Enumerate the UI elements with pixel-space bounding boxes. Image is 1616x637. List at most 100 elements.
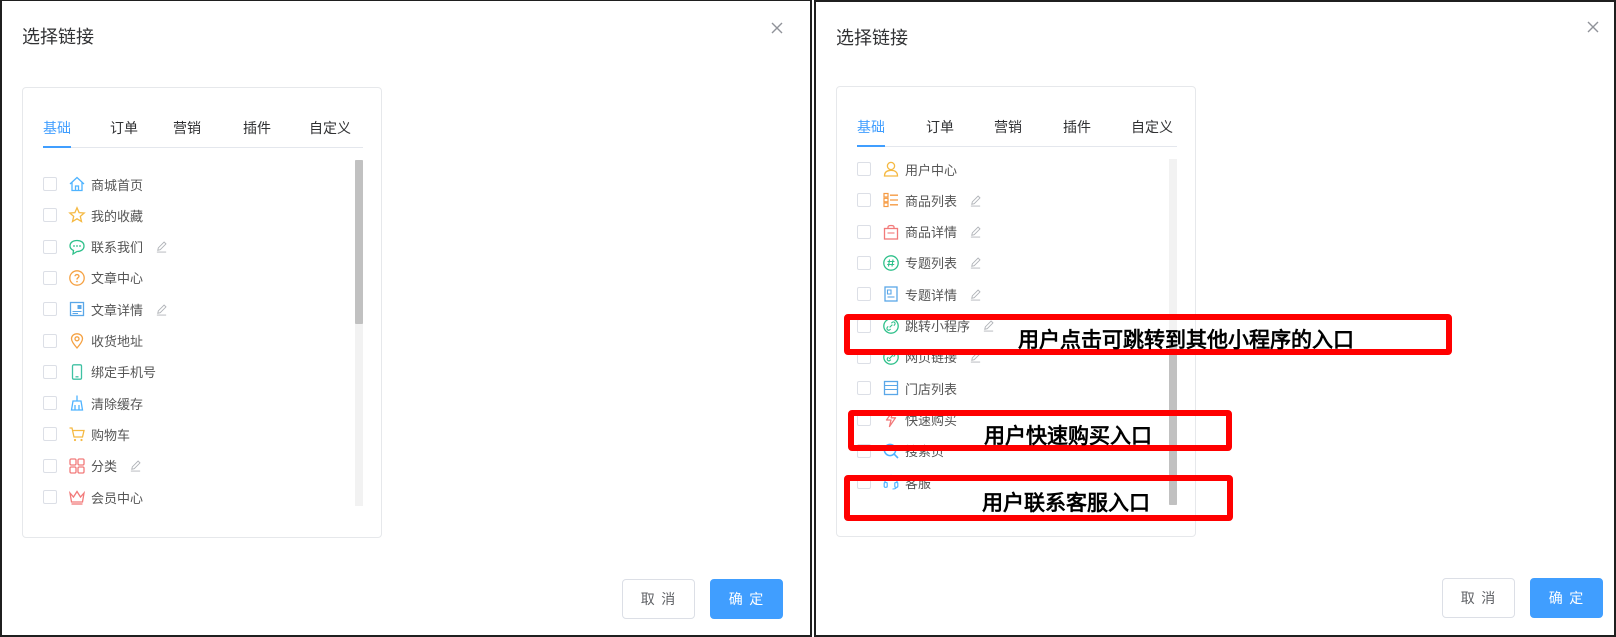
list-item[interactable]: 跳转小程序 [857,314,996,338]
tab-marketing[interactable]: 营销 [994,117,1022,137]
link-panel: 基础 订单 营销 插件 自定义 商城首页我的收藏联系我们文章中心文章详情收货地址… [22,87,382,538]
item-label: 用户中心 [905,163,958,179]
close-icon[interactable] [768,19,786,37]
list-item[interactable]: 清除缓存 [43,391,143,415]
item-checkbox[interactable] [857,318,871,333]
item-checkbox[interactable] [43,427,57,442]
item-label: 跳转小程序 [905,320,971,335]
list-item[interactable]: 专题列表 [857,251,983,275]
item-checkbox[interactable] [857,349,871,364]
item-checkbox[interactable] [857,193,871,208]
list-item[interactable]: 商城首页 [43,172,143,196]
list-item[interactable]: 用户中心 [857,157,957,181]
list-item[interactable]: 网页链接 [857,345,983,369]
tab-order[interactable]: 订单 [926,117,954,137]
list-item[interactable]: 会员中心 [43,485,143,509]
item-checkbox[interactable] [857,381,871,396]
list-item[interactable]: 搜索页 [857,439,944,463]
item-checkbox[interactable] [857,443,871,458]
scrollbar[interactable] [355,160,363,506]
list-item[interactable]: 商品详情 [857,220,983,244]
confirm-button[interactable]: 确 定 [1530,578,1603,618]
item-label: 专题详情 [905,288,958,304]
article-icon [67,299,87,319]
hash-icon [881,253,901,273]
item-checkbox[interactable] [43,302,57,317]
item-checkbox[interactable] [857,287,871,302]
item-checkbox[interactable] [43,239,57,254]
list-item[interactable]: 绑定手机号 [43,360,156,384]
edit-icon[interactable] [969,256,983,270]
cancel-button[interactable]: 取 消 [622,579,695,619]
item-checkbox[interactable] [857,475,871,489]
edit-icon[interactable] [155,302,169,316]
list-item[interactable]: 商品列表 [857,188,983,212]
item-checkbox[interactable] [43,208,57,223]
item-label: 商品列表 [905,194,958,210]
list-item[interactable]: 客服 [857,470,931,494]
tab-plugin[interactable]: 插件 [243,118,271,138]
list-item[interactable]: 购物车 [43,422,130,446]
edit-icon[interactable] [155,240,169,254]
list-item[interactable]: 快速购买 [857,407,957,431]
item-label: 搜索页 [905,445,945,461]
edit-icon[interactable] [969,225,983,239]
list-item[interactable]: 文章中心 [43,266,143,290]
item-label: 商城首页 [91,178,144,194]
scrollbar-thumb[interactable] [355,160,363,324]
item-label: 购物车 [91,428,131,444]
list-item[interactable]: 分类 [43,454,143,478]
tab-order[interactable]: 订单 [110,118,138,138]
item-label: 文章中心 [91,272,144,288]
item-checkbox[interactable] [857,412,871,427]
home-icon [67,174,87,194]
item-checkbox[interactable] [857,255,871,270]
cancel-button[interactable]: 取 消 [1442,578,1515,618]
item-checkbox[interactable] [857,224,871,239]
tab-basic[interactable]: 基础 [857,117,885,137]
item-label: 清除缓存 [91,397,144,413]
list-item[interactable]: 专题详情 [857,282,983,306]
scrollbar[interactable] [1169,159,1177,505]
tab-plugin[interactable]: 插件 [1063,117,1091,137]
item-checkbox[interactable] [857,162,871,176]
item-label: 商品详情 [905,226,958,242]
item-checkbox[interactable] [43,270,57,285]
item-checkbox[interactable] [43,364,57,379]
list-item[interactable]: 我的收藏 [43,203,143,227]
edit-icon[interactable] [969,350,983,364]
doc-icon [881,284,901,304]
tab-basic[interactable]: 基础 [43,118,71,138]
edit-icon[interactable] [969,193,983,207]
tab-custom[interactable]: 自定义 [309,118,351,138]
edit-icon[interactable] [129,459,143,473]
item-checkbox[interactable] [43,458,57,473]
item-label: 文章详情 [91,303,144,319]
item-label: 联系我们 [91,241,144,257]
item-label: 专题列表 [905,257,958,273]
list-item[interactable]: 收货地址 [43,329,143,353]
item-label: 快速购买 [905,413,958,429]
link-panel: 基础 订单 营销 插件 自定义 用户中心商品列表商品详情专题列表专题详情跳转小程… [836,86,1196,537]
item-checkbox[interactable] [43,333,57,348]
user-icon [881,159,901,179]
item-checkbox[interactable] [43,177,57,191]
star-icon [67,205,87,225]
item-label: 门店列表 [905,382,958,398]
link-icon [881,316,901,336]
item-checkbox[interactable] [43,396,57,411]
list-item[interactable]: 文章详情 [43,297,169,321]
confirm-button[interactable]: 确 定 [710,579,783,619]
edit-icon[interactable] [982,319,996,333]
list-item[interactable]: 门店列表 [857,376,957,400]
list-item[interactable]: 联系我们 [43,235,169,259]
tab-marketing[interactable]: 营销 [173,118,201,138]
tab-bar: 基础 订单 营销 插件 自定义 [43,118,363,148]
item-checkbox[interactable] [43,490,57,504]
web-link-icon [881,347,901,367]
tab-custom[interactable]: 自定义 [1131,117,1173,137]
close-icon[interactable] [1584,18,1602,36]
edit-icon[interactable] [969,287,983,301]
scrollbar-thumb[interactable] [1169,341,1177,505]
list-icon [881,190,901,210]
